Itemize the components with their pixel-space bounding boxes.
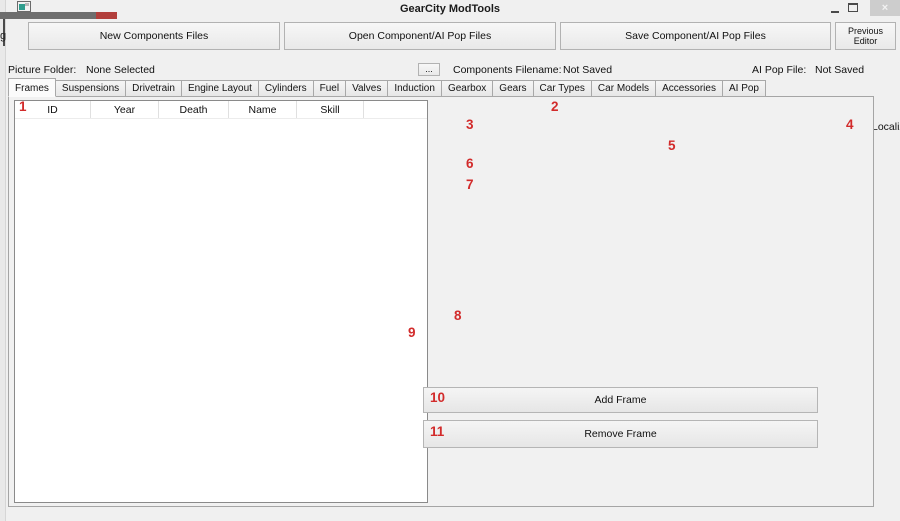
ai-pop-file-label: AI Pop File: — [752, 64, 806, 76]
tab-car-types[interactable]: Car Types — [533, 80, 592, 97]
name-localized-label: Localized — [872, 121, 900, 133]
ai-pop-file-value: Not Saved — [815, 64, 864, 76]
screen: g GearCity ModTools × New Components Fil… — [0, 0, 900, 521]
maximize-button[interactable] — [848, 3, 859, 14]
column-header-name[interactable]: Name — [229, 101, 297, 118]
tab-gears[interactable]: Gears — [492, 80, 533, 97]
new-components-files-button[interactable]: New Components Files — [28, 22, 280, 50]
annotation-9: 9 — [408, 325, 416, 340]
remove-frame-button[interactable]: Remove Frame — [423, 420, 818, 448]
close-icon: × — [882, 2, 888, 14]
save-component-files-button[interactable]: Save Component/AI Pop Files — [560, 22, 831, 50]
components-filename-label: Components Filename: — [453, 64, 562, 76]
previous-editor-button[interactable]: Previous Editor — [835, 22, 896, 50]
tab-suspensions[interactable]: Suspensions — [55, 80, 126, 97]
tab-valves[interactable]: Valves — [345, 80, 388, 97]
column-header-skill[interactable]: Skill — [297, 101, 364, 118]
column-header-extra[interactable] — [364, 101, 427, 118]
frames-table[interactable]: ID Year Death Name Skill — [14, 100, 428, 503]
annotation-3: 3 — [466, 117, 474, 132]
background-progress-bar — [0, 12, 117, 19]
components-filename-value: Not Saved — [563, 64, 612, 76]
frames-table-header: ID Year Death Name Skill — [15, 101, 427, 119]
tab-induction[interactable]: Induction — [387, 80, 442, 97]
tab-engine-layout[interactable]: Engine Layout — [181, 80, 259, 97]
annotation-5: 5 — [668, 138, 676, 153]
column-header-year[interactable]: Year — [91, 101, 159, 118]
minimize-button[interactable] — [830, 4, 841, 14]
tab-car-models[interactable]: Car Models — [591, 80, 656, 97]
annotation-8: 8 — [454, 308, 462, 323]
picture-folder-label: Picture Folder: — [8, 64, 76, 76]
tab-gearbox[interactable]: Gearbox — [441, 80, 493, 97]
annotation-7: 7 — [466, 177, 474, 192]
open-component-files-button[interactable]: Open Component/AI Pop Files — [284, 22, 556, 50]
title-bar: GearCity ModTools × — [0, 0, 900, 18]
window-title: GearCity ModTools — [0, 3, 900, 15]
background-window-fragment: g — [0, 30, 6, 42]
tab-cylinders[interactable]: Cylinders — [258, 80, 314, 97]
tab-frames[interactable]: Frames — [8, 78, 56, 97]
annotation-11: 11 — [430, 424, 444, 439]
background-window-icon — [17, 1, 31, 12]
annotation-1: 1 — [19, 99, 27, 114]
annotation-4: 4 — [846, 117, 854, 132]
tab-fuel[interactable]: Fuel — [313, 80, 346, 97]
tab-accessories[interactable]: Accessories — [655, 80, 723, 97]
background-progress-bar-segment — [96, 12, 117, 19]
annotation-6: 6 — [466, 156, 474, 171]
maximize-icon — [848, 3, 858, 12]
annotation-2: 2 — [551, 99, 559, 114]
tab-drivetrain[interactable]: Drivetrain — [125, 80, 182, 97]
picture-folder-value: None Selected — [86, 64, 155, 76]
add-frame-button[interactable]: Add Frame — [423, 387, 818, 413]
tab-bar: Frames Suspensions Drivetrain Engine Lay… — [8, 79, 765, 97]
browse-button[interactable]: ... — [418, 63, 440, 76]
minimize-icon — [831, 11, 839, 13]
annotation-10: 10 — [430, 390, 445, 405]
close-button[interactable]: × — [870, 0, 900, 16]
tab-ai-pop[interactable]: AI Pop — [722, 80, 766, 97]
column-header-death[interactable]: Death — [159, 101, 229, 118]
